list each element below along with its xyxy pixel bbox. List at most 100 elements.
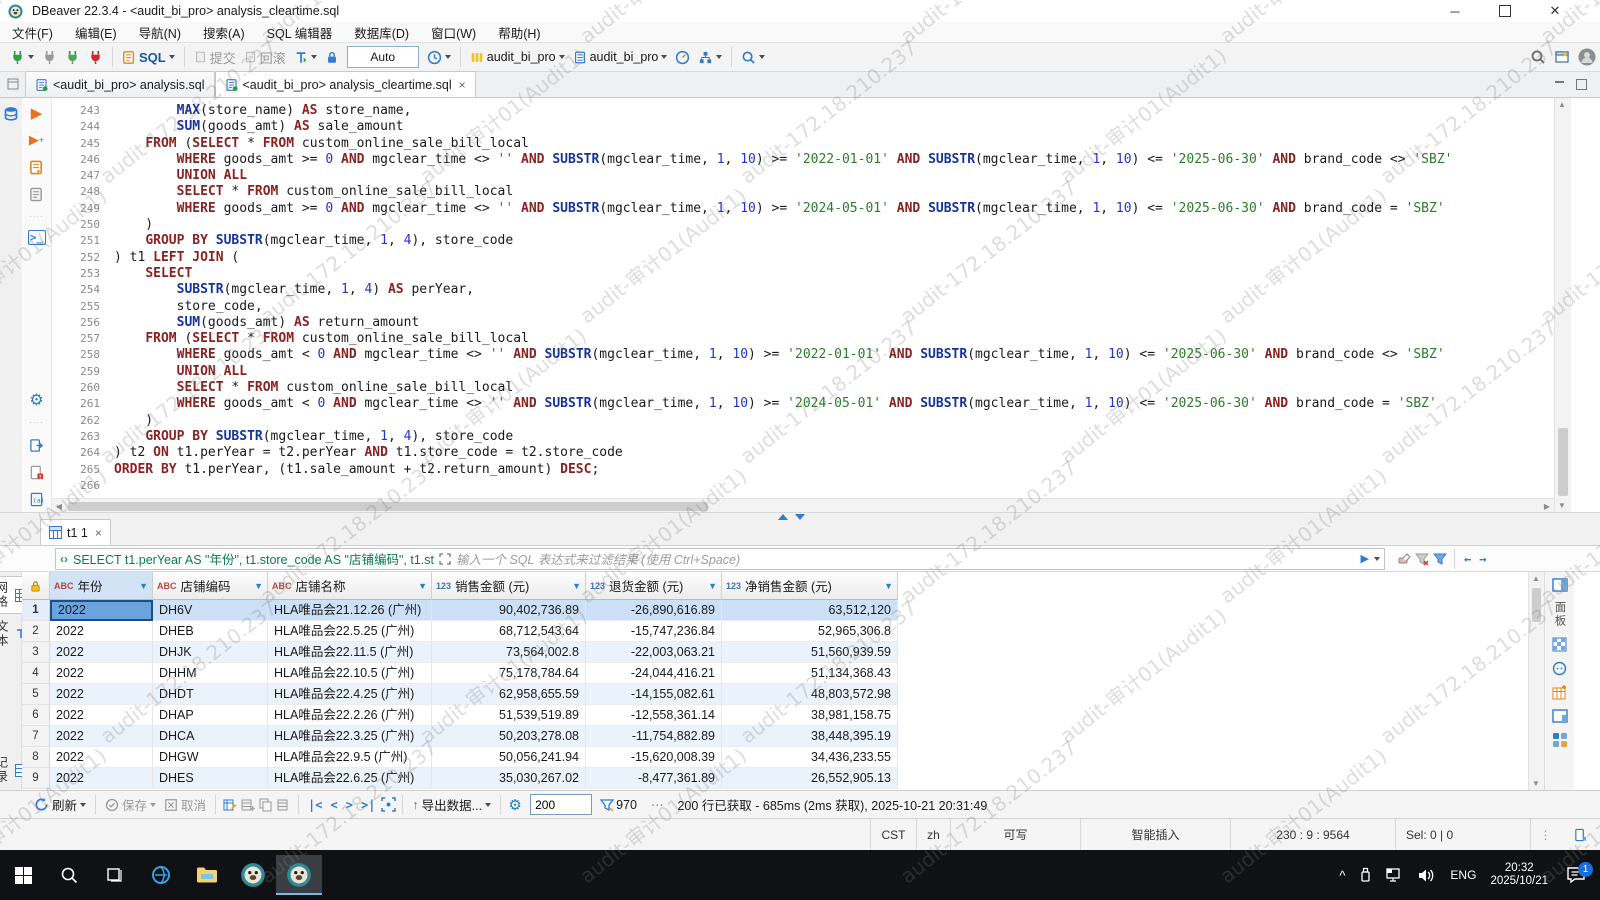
cell[interactable]: 2022 bbox=[50, 705, 153, 726]
cell[interactable]: 75,178,784.64 bbox=[432, 663, 586, 684]
cell[interactable]: 35,030,267.02 bbox=[432, 768, 586, 789]
table-row[interactable]: 4 2022 DHHM HLA唯品会22.10.5 (广州) 75,178,784.64… bbox=[22, 663, 898, 684]
column-header-6[interactable]: 123 净销售金额 (元) ▼ bbox=[722, 572, 898, 600]
file-explorer-button[interactable] bbox=[184, 855, 230, 895]
cell[interactable]: HLA唯品会22.2.26 (广州) bbox=[268, 705, 432, 726]
menu-sql-editor[interactable]: SQL 编辑器 bbox=[267, 23, 333, 42]
menu-window[interactable]: 窗口(W) bbox=[431, 23, 476, 42]
cell[interactable]: 2022 bbox=[50, 768, 153, 789]
cell[interactable]: HLA唯品会22.9.5 (广州) bbox=[268, 747, 432, 768]
row-number[interactable]: 1 bbox=[22, 600, 50, 621]
settings-gear-icon[interactable]: ⚙ bbox=[28, 391, 46, 409]
add-column-icon[interactable] bbox=[1552, 685, 1567, 700]
column-dropdown-icon[interactable]: ▼ bbox=[418, 581, 427, 591]
duplicate-row-icon[interactable] bbox=[257, 796, 275, 814]
cell[interactable]: 50,203,278.08 bbox=[432, 726, 586, 747]
first-row-icon[interactable]: |< bbox=[304, 798, 326, 812]
code-line[interactable]: 243 MAX(store_name) AS store_name, bbox=[52, 103, 1554, 119]
code-line[interactable]: 263 GROUP BY SUBSTR(mgclear_time, 1, 4),… bbox=[52, 429, 1554, 445]
result-settings-gear-icon[interactable]: ⚙ bbox=[506, 796, 524, 814]
table-row[interactable]: 7 2022 DHCA HLA唯品会22.3.25 (广州) 50,203,278.08… bbox=[22, 726, 898, 747]
cell[interactable]: 68,712,543.64 bbox=[432, 621, 586, 642]
cell[interactable]: -14,155,082.61 bbox=[586, 684, 722, 705]
menu-file[interactable]: 文件(F) bbox=[12, 23, 53, 42]
cell[interactable]: 51,560,939.59 bbox=[722, 642, 898, 663]
code-line[interactable]: 262 ) bbox=[52, 413, 1554, 429]
task-view-button[interactable] bbox=[92, 855, 138, 895]
row-number[interactable]: 2 bbox=[22, 621, 50, 642]
input-language-indicator[interactable]: ENG bbox=[1450, 868, 1476, 882]
menu-search[interactable]: 搜索(A) bbox=[203, 23, 245, 42]
column-dropdown-icon[interactable]: ▼ bbox=[254, 581, 263, 591]
cell[interactable]: 48,803,572.98 bbox=[722, 684, 898, 705]
statusbar-overflow-icon[interactable]: ⋮ bbox=[1530, 819, 1560, 850]
taskbar-clock[interactable]: 20:32 2025/10/21 bbox=[1490, 862, 1548, 888]
cell[interactable]: -12,558,361.14 bbox=[586, 705, 722, 726]
filter-input-box[interactable]: ‹› SELECT t1.perYear AS "年份", t1.store_c… bbox=[55, 547, 1385, 570]
cell[interactable]: -22,003,063.21 bbox=[586, 642, 722, 663]
code-line[interactable]: 261 WHERE goods_amt < 0 AND mgclear_time… bbox=[52, 396, 1554, 412]
sql-terminal-icon[interactable]: >_ bbox=[27, 230, 46, 245]
lock-button[interactable] bbox=[321, 45, 343, 69]
disconnect-button[interactable] bbox=[38, 45, 61, 69]
cell[interactable]: DHGW bbox=[153, 747, 268, 768]
column-header-4[interactable]: 123 销售金额 (元) ▼ bbox=[432, 572, 586, 600]
cell[interactable]: 2022 bbox=[50, 663, 153, 684]
sql-code-editor[interactable]: 243 MAX(store_name) AS store_name, 244 SU… bbox=[52, 98, 1554, 498]
transaction-log-button[interactable] bbox=[290, 45, 321, 69]
script-variables-icon[interactable]: (a) bbox=[28, 490, 46, 508]
menu-edit[interactable]: 编辑(E) bbox=[75, 23, 117, 42]
database-selector[interactable]: audit_bi_pro bbox=[569, 45, 672, 69]
cell[interactable]: 73,564,002.8 bbox=[432, 642, 586, 663]
cell[interactable]: 52,965,306.8 bbox=[722, 621, 898, 642]
table-row[interactable]: 3 2022 DHJK HLA唯品会22.11.5 (广州) 73,564,002.8-… bbox=[22, 642, 898, 663]
cell[interactable]: DHES bbox=[153, 768, 268, 789]
rollback-button[interactable]: 回滚 bbox=[240, 45, 290, 69]
edit-cell-icon[interactable] bbox=[221, 796, 239, 814]
notification-log-icon[interactable] bbox=[1560, 819, 1600, 850]
layout-icon[interactable] bbox=[1551, 709, 1568, 723]
row-number-header[interactable] bbox=[22, 572, 50, 600]
execute-statement-icon[interactable]: ▶ bbox=[28, 104, 46, 122]
code-line[interactable]: 249 WHERE goods_amt >= 0 AND mgclear_tim… bbox=[52, 201, 1554, 217]
cell[interactable]: HLA唯品会21.12.26 (广州) bbox=[268, 600, 432, 621]
table-row[interactable]: 8 2022 DHGW HLA唯品会22.9.5 (广州) 50,056,241.94-… bbox=[22, 747, 898, 768]
table-row[interactable]: 6 2022 DHAP HLA唯品会22.2.26 (广州) 51,539,519.89… bbox=[22, 705, 898, 726]
cell[interactable]: 2022 bbox=[50, 642, 153, 663]
show-hidden-icons-chevron[interactable]: ^ bbox=[1339, 868, 1345, 883]
cell[interactable]: HLA唯品会22.4.25 (广州) bbox=[268, 684, 432, 705]
column-header-1[interactable]: ABC 年份 ▼ bbox=[50, 572, 153, 600]
user-avatar[interactable] bbox=[1574, 45, 1600, 69]
dbeaver-taskbar-button[interactable] bbox=[230, 855, 276, 895]
cell[interactable]: 2022 bbox=[50, 684, 153, 705]
previous-row-icon[interactable]: < bbox=[327, 798, 342, 812]
code-line[interactable]: 264) t2 ON t1.perYear = t2.perYear AND t… bbox=[52, 445, 1554, 461]
code-line[interactable]: 265 ORDER BY t1.perYear, (t1.sale_amount … bbox=[52, 462, 1554, 478]
save-button[interactable]: 保存 bbox=[101, 793, 160, 817]
quick-search-button[interactable] bbox=[1526, 45, 1550, 69]
cell[interactable]: HLA唯品会22.5.25 (广州) bbox=[268, 621, 432, 642]
internet-explorer-button[interactable] bbox=[138, 855, 184, 895]
cell[interactable]: HLA唯品会22.11.5 (广州) bbox=[268, 642, 432, 663]
restore-panel-icon[interactable] bbox=[4, 75, 22, 93]
code-line[interactable]: 252) t1 LEFT JOIN ( bbox=[52, 250, 1554, 266]
minimize-button[interactable]: ─ bbox=[1432, 0, 1478, 22]
cell[interactable]: HLA唯品会22.10.5 (广州) bbox=[268, 663, 432, 684]
code-line[interactable]: 250 ) bbox=[52, 217, 1554, 233]
code-line[interactable]: 257 FROM (SELECT * FROM custom_online_sa… bbox=[52, 331, 1554, 347]
cell[interactable]: 62,958,655.59 bbox=[432, 684, 586, 705]
action-center-button[interactable]: 1 bbox=[1566, 862, 1593, 884]
cell[interactable]: 2022 bbox=[50, 726, 153, 747]
menu-database[interactable]: 数据库(D) bbox=[354, 23, 409, 42]
expand-filter-icon[interactable] bbox=[439, 552, 451, 565]
metadata-icon[interactable] bbox=[1552, 661, 1567, 676]
column-header-5[interactable]: 123 退货金额 (元) ▼ bbox=[586, 572, 722, 600]
calc-panel-icon[interactable] bbox=[1552, 732, 1568, 748]
column-header-3[interactable]: ABC 店铺名称 ▼ bbox=[268, 572, 432, 600]
speaker-icon[interactable] bbox=[1418, 868, 1436, 883]
close-button[interactable]: ✕ bbox=[1532, 0, 1578, 22]
tab-analysis-sql[interactable]: <audit_bi_pro> analysis.sql bbox=[25, 71, 215, 97]
row-number[interactable]: 5 bbox=[22, 684, 50, 705]
code-line[interactable]: 244 SUM(goods_amt) AS sale_amount bbox=[52, 119, 1554, 135]
column-dropdown-icon[interactable]: ▼ bbox=[139, 581, 148, 591]
